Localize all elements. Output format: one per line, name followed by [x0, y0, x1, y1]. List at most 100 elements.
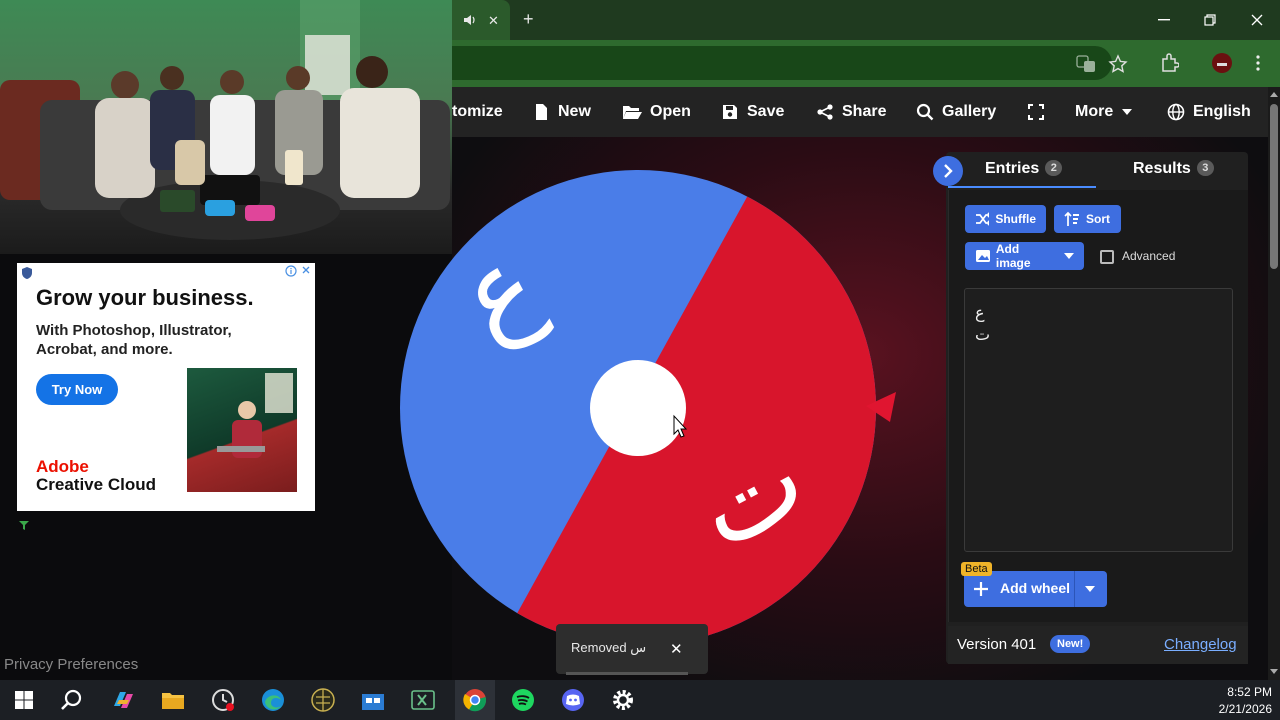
caret-down-icon: [1063, 253, 1074, 259]
adchoices-shield-icon[interactable]: [20, 266, 34, 280]
shuffle-button[interactable]: Shuffle: [965, 205, 1046, 233]
screen: Grow your business. With Photoshop, Illu…: [0, 0, 1280, 720]
new-label: New: [558, 103, 591, 120]
globe-app-icon[interactable]: [310, 687, 336, 713]
file-explorer-icon[interactable]: [160, 687, 186, 713]
shuffle-icon: [976, 212, 990, 226]
webcam-image: [0, 0, 450, 240]
copilot-icon[interactable]: [110, 687, 136, 713]
tab-entries-underline: [948, 186, 1096, 188]
chrome-icon[interactable]: [462, 687, 488, 713]
caret-down-icon: [1122, 109, 1133, 115]
sort-button[interactable]: Sort: [1054, 205, 1121, 233]
open-label: Open: [650, 103, 691, 120]
tab-results[interactable]: Results 3: [1133, 160, 1214, 178]
browser-menu-icon[interactable]: [1251, 54, 1265, 72]
add-image-button[interactable]: Add image: [965, 242, 1084, 270]
windows-start-icon[interactable]: [11, 687, 37, 713]
ad-brand-product: Creative Cloud: [36, 475, 156, 494]
star-icon[interactable]: [1108, 54, 1128, 74]
entry-line: ت: [975, 327, 991, 344]
add-wheel-divider: [1074, 571, 1075, 607]
more-label: More: [1075, 103, 1114, 120]
sort-label: Sort: [1086, 212, 1110, 226]
save-button[interactable]: Save: [721, 87, 784, 137]
ad-feedback-icon[interactable]: [18, 519, 30, 531]
store-icon[interactable]: [360, 687, 386, 713]
profile-icon[interactable]: [1211, 52, 1233, 74]
ad-info-icon[interactable]: [285, 265, 297, 277]
advertisement[interactable]: Grow your business. With Photoshop, Illu…: [17, 263, 315, 511]
ad-close-icon[interactable]: [301, 265, 311, 275]
share-label: Share: [842, 103, 887, 120]
entries-count-badge: 2: [1045, 160, 1063, 176]
tab-results-label: Results: [1133, 160, 1191, 177]
customize-label: tomize: [452, 103, 503, 120]
privacy-preferences-link[interactable]: Privacy Preferences: [4, 656, 138, 673]
shuffle-label: Shuffle: [995, 212, 1036, 226]
folder-open-icon: [623, 106, 642, 119]
speaker-icon[interactable]: [463, 13, 477, 27]
share-icon: [817, 104, 833, 120]
scrollbar-thumb[interactable]: [1270, 104, 1278, 269]
new-badge: New!: [1050, 635, 1091, 653]
search-icon: [916, 103, 934, 121]
entry-line: ع: [975, 305, 985, 322]
gallery-button[interactable]: Gallery: [916, 87, 996, 137]
gallery-label: Gallery: [942, 103, 997, 120]
minimize-icon[interactable]: [1158, 19, 1170, 21]
translate-icon[interactable]: [1076, 54, 1096, 74]
advanced-label: Advanced: [1122, 249, 1176, 263]
ad-try-now-button[interactable]: Try Now: [36, 374, 118, 405]
globe-icon: [1167, 103, 1185, 121]
clock-app-icon[interactable]: [210, 687, 236, 713]
active-tab[interactable]: [452, 0, 510, 40]
spotify-icon[interactable]: [510, 687, 536, 713]
add-image-label: Add image: [995, 242, 1031, 270]
save-label: Save: [747, 103, 785, 120]
taskbar-clock[interactable]: 8:52 PM 2/21/2026: [1219, 684, 1272, 718]
ad-photo: [187, 368, 297, 492]
clock-time: 8:52 PM: [1227, 685, 1272, 699]
discord-icon[interactable]: [560, 687, 586, 713]
taskbar-search-icon[interactable]: [59, 687, 85, 713]
add-wheel-dropdown-icon[interactable]: [1084, 585, 1096, 593]
advanced-checkbox[interactable]: [1100, 250, 1114, 264]
new-button[interactable]: New: [532, 87, 591, 137]
address-bar[interactable]: [452, 46, 1112, 80]
new-tab-button[interactable]: +: [523, 10, 534, 28]
tab-strip: [452, 0, 1280, 40]
settings-icon[interactable]: [610, 687, 636, 713]
results-count-badge: 3: [1196, 160, 1214, 176]
beta-badge: Beta: [961, 562, 992, 576]
scroll-down-icon[interactable]: [1269, 668, 1279, 676]
version-label: Version 401: [957, 636, 1037, 653]
share-button[interactable]: Share: [816, 87, 886, 137]
toast-progress: [566, 672, 688, 675]
tab-close-button[interactable]: ✕: [488, 13, 499, 29]
wheel-center-hub[interactable]: [590, 360, 686, 456]
plus-icon: [974, 582, 988, 596]
ad-headline: Grow your business.: [36, 285, 254, 310]
restore-icon[interactable]: [1204, 14, 1216, 26]
scroll-up-icon[interactable]: [1269, 90, 1279, 98]
sort-icon: [1064, 211, 1079, 226]
toast-close-button[interactable]: ✕: [670, 640, 683, 658]
open-button[interactable]: Open: [622, 87, 691, 137]
tab-entries[interactable]: Entries 2: [985, 160, 1063, 178]
excel-icon[interactable]: [410, 687, 436, 713]
fullscreen-button[interactable]: [1027, 87, 1045, 137]
changelog-link[interactable]: Changelog: [1164, 636, 1237, 653]
language-button[interactable]: English: [1167, 87, 1251, 137]
close-window-icon[interactable]: [1251, 14, 1263, 26]
collapse-panel-button[interactable]: [933, 156, 963, 186]
spin-wheel[interactable]: ع ت: [398, 168, 898, 648]
toast-message: Removed س: [571, 640, 647, 655]
edge-icon[interactable]: [260, 687, 286, 713]
entries-textarea[interactable]: ع ت: [964, 288, 1233, 552]
more-menu-button[interactable]: More: [1075, 87, 1133, 137]
extensions-icon[interactable]: [1159, 53, 1179, 73]
floppy-disk-icon: [723, 105, 737, 119]
customize-button[interactable]: tomize: [452, 87, 503, 137]
tab-entries-label: Entries: [985, 160, 1040, 177]
